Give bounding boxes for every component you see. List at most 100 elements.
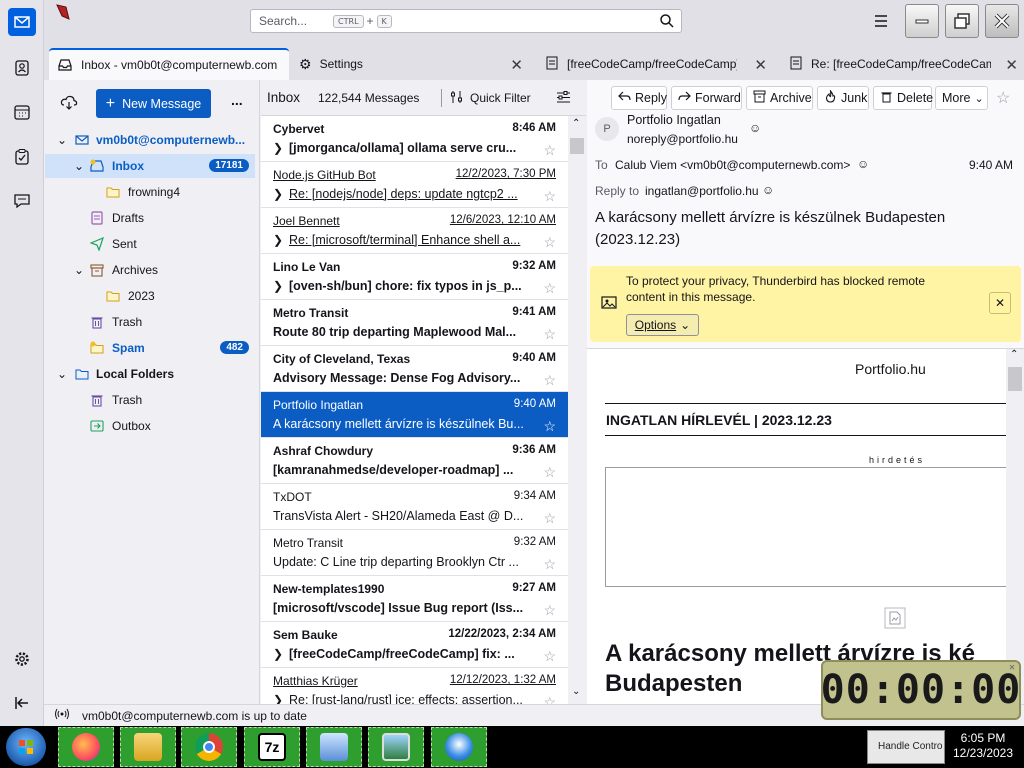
scroll-down-icon[interactable]: ⌄: [572, 686, 580, 697]
delete-button[interactable]: Delete: [873, 86, 933, 110]
message-row[interactable]: Metro Transit 9:41 AM Route 80 trip depart…: [261, 300, 568, 346]
folder-trash[interactable]: Trash: [45, 310, 255, 334]
folder-pane-menu-button[interactable]: ...: [231, 92, 243, 108]
star-icon[interactable]: ☆: [996, 88, 1010, 108]
scroll-up-icon[interactable]: ⌃: [1010, 349, 1018, 360]
more-button[interactable]: More ⌄: [935, 86, 988, 110]
message-row[interactable]: Metro Transit 9:32 AM Update: C Line trip …: [261, 530, 568, 576]
quick-filter-button[interactable]: Quick Filter: [470, 91, 531, 105]
collapse-chevron-icon[interactable]: ⌄: [55, 133, 69, 147]
settings-gear-icon[interactable]: [8, 645, 36, 673]
close-notification-button[interactable]: ✕: [989, 292, 1011, 314]
app-menu-icon[interactable]: [872, 12, 890, 33]
sender-email[interactable]: noreply@portfolio.hu: [627, 132, 738, 146]
close-window-button[interactable]: [985, 4, 1019, 38]
restore-button[interactable]: [945, 4, 979, 38]
star-icon[interactable]: ☆: [543, 556, 556, 573]
address-book-icon[interactable]: [8, 54, 36, 82]
close-tab-icon[interactable]: ✕: [754, 56, 767, 74]
folder-outbox[interactable]: Outbox: [45, 414, 255, 438]
folder-drafts[interactable]: Drafts: [45, 206, 255, 230]
collapse-spaces-icon[interactable]: [8, 689, 36, 717]
thread-expand-icon[interactable]: ❯: [273, 233, 283, 247]
message-row[interactable]: Ashraf Chowdury 9:36 AM [kamranahmedse/dev…: [261, 438, 568, 484]
star-icon[interactable]: ☆: [543, 326, 556, 343]
message-row[interactable]: Lino Le Van 9:32 AM ❯ [oven-sh/bun] chore: …: [261, 254, 568, 300]
star-icon[interactable]: ☆: [543, 418, 556, 435]
taskbar-control-panel[interactable]: [306, 727, 362, 767]
message-row[interactable]: Cybervet 8:46 AM ❯ [jmorganca/ollama] ollam…: [261, 116, 568, 162]
tasks-icon[interactable]: [8, 143, 36, 171]
taskbar-thunderbird[interactable]: [431, 727, 487, 767]
local-folders-row[interactable]: ⌄ Local Folders: [45, 362, 255, 386]
taskbar-clock[interactable]: 6:05 PM 12/23/2023: [948, 731, 1018, 761]
thread-expand-icon[interactable]: ❯: [273, 279, 283, 293]
contact-icon[interactable]: ☺: [762, 183, 774, 197]
scroll-up-icon[interactable]: ⌃: [572, 118, 580, 129]
message-row[interactable]: Node.js GitHub Bot 12/2/2023, 7:30 PM ❯ Re:…: [261, 162, 568, 208]
message-row[interactable]: City of Cleveland, Texas 9:40 AM Advisory …: [261, 346, 568, 392]
thread-expand-icon[interactable]: ❯: [273, 187, 283, 201]
message-row[interactable]: New-templates1990 9:27 AM [microsoft/vscod…: [261, 576, 568, 622]
message-row[interactable]: Joel Bennett 12/6/2023, 12:10 AM ❯ Re: [mic…: [261, 208, 568, 254]
reply-to-address[interactable]: ingatlan@portfolio.hu: [645, 184, 759, 198]
close-tab-icon[interactable]: ✕: [510, 56, 523, 74]
folder-sent[interactable]: Sent: [45, 232, 255, 256]
collapse-chevron-icon[interactable]: ⌄: [72, 159, 86, 173]
junk-button[interactable]: Junk: [817, 86, 869, 110]
search-icon[interactable]: [659, 13, 675, 32]
star-icon[interactable]: ☆: [543, 510, 556, 527]
account-row[interactable]: ⌄ vm0b0t@computernewb...: [45, 128, 255, 152]
message-row[interactable]: TxDOT 9:34 AM TransVista Alert - SH20/Alam…: [261, 484, 568, 530]
folder-frowning4[interactable]: frowning4: [45, 180, 255, 204]
taskbar-image-viewer[interactable]: [368, 727, 424, 767]
message-list-scrollbar[interactable]: ⌃ ⌄: [568, 116, 586, 704]
list-display-options-icon[interactable]: [556, 90, 571, 108]
collapse-chevron-icon[interactable]: ⌄: [55, 367, 69, 381]
tab-message-1[interactable]: [freeCodeCamp/freeCodeCamp] f ✕: [537, 48, 773, 80]
new-message-button[interactable]: + New Message: [96, 89, 211, 118]
mail-space-icon[interactable]: [8, 8, 36, 36]
folder-archives[interactable]: ⌄ Archives: [45, 258, 255, 282]
tab-settings[interactable]: ⚙ Settings ✕: [291, 48, 529, 80]
star-icon[interactable]: ☆: [543, 464, 556, 481]
folder-inbox[interactable]: ⌄ Inbox 17181: [45, 154, 255, 178]
thread-expand-icon[interactable]: ❯: [273, 647, 283, 661]
archive-button[interactable]: Archive: [746, 86, 813, 110]
scroll-thumb[interactable]: [570, 138, 584, 154]
recipient[interactable]: Calub Viem <vm0b0t@computernewb.com>: [615, 158, 850, 172]
reply-button[interactable]: Reply: [611, 86, 667, 110]
message-row[interactable]: Portfolio Ingatlan 9:40 AM A karácsony mel…: [261, 392, 568, 438]
star-icon[interactable]: ☆: [543, 648, 556, 665]
folder-local-trash[interactable]: Trash: [45, 388, 255, 412]
collapse-chevron-icon[interactable]: ⌄: [72, 263, 86, 277]
close-tab-icon[interactable]: ✕: [1005, 56, 1018, 74]
thread-expand-icon[interactable]: ❯: [273, 141, 283, 155]
calendar-icon[interactable]: [8, 98, 36, 126]
search-input[interactable]: Search... CTRL + K: [250, 9, 682, 33]
scroll-thumb[interactable]: [1008, 367, 1022, 391]
star-icon[interactable]: ☆: [543, 188, 556, 205]
star-icon[interactable]: ☆: [543, 372, 556, 389]
folder-spam[interactable]: Spam 482: [45, 336, 255, 360]
tab-message-2[interactable]: Re: [freeCodeCamp/freeCodeCam ✕: [781, 48, 1024, 80]
folder-2023[interactable]: 2023: [45, 284, 255, 308]
get-messages-icon[interactable]: [60, 94, 78, 115]
timer-widget[interactable]: 00:00:00 ✕: [821, 660, 1021, 720]
contact-icon[interactable]: ☺: [857, 157, 869, 171]
star-icon[interactable]: ☆: [543, 234, 556, 251]
star-icon[interactable]: ☆: [543, 280, 556, 297]
minimize-button[interactable]: [905, 4, 939, 38]
taskbar-chrome[interactable]: [181, 727, 237, 767]
taskbar-7zip[interactable]: 7z: [244, 727, 300, 767]
reader-scrollbar[interactable]: ⌃: [1006, 349, 1024, 704]
contact-icon[interactable]: ☺: [749, 121, 761, 135]
forward-button[interactable]: Forward: [671, 86, 742, 110]
taskbar-explorer[interactable]: [120, 727, 176, 767]
star-icon[interactable]: ☆: [543, 602, 556, 619]
close-icon[interactable]: ✕: [1009, 662, 1016, 673]
chat-icon[interactable]: [8, 187, 36, 215]
star-icon[interactable]: ☆: [543, 142, 556, 159]
options-button[interactable]: Options ⌄: [626, 314, 699, 336]
start-button[interactable]: [6, 728, 46, 766]
